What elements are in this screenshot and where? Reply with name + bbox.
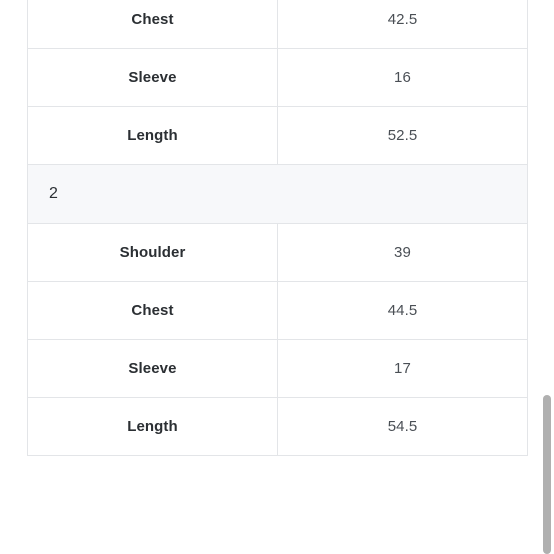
- measurement-value: 52.5: [387, 126, 418, 144]
- measurement-label: Chest: [131, 10, 174, 28]
- table-row: Length 54.5: [27, 397, 528, 456]
- measurement-label-cell: Sleeve: [27, 339, 278, 398]
- measurement-label-cell: Shoulder: [27, 223, 278, 282]
- table-row: Chest 42.5: [27, 0, 528, 49]
- measurement-label-cell: Length: [27, 106, 278, 165]
- measurement-label: Shoulder: [119, 243, 186, 261]
- measurement-label: Sleeve: [128, 359, 177, 377]
- size-chart-table-body: Chest 42.5 Sleeve 16 Length 52.5 2 Shoul…: [27, 0, 528, 456]
- size-chart-table: Chest 42.5 Sleeve 16 Length 52.5 2 Shoul…: [27, 0, 528, 456]
- measurement-value: 54.5: [387, 417, 418, 435]
- measurement-value-cell: 44.5: [277, 281, 528, 340]
- table-row: Sleeve 16: [27, 48, 528, 107]
- table-row: Sleeve 17: [27, 339, 528, 398]
- table-row: Chest 44.5: [27, 281, 528, 340]
- measurement-value: 39: [394, 243, 411, 261]
- vertical-scrollbar-thumb[interactable]: [543, 395, 551, 554]
- measurement-value: 44.5: [387, 301, 418, 319]
- measurement-label: Length: [127, 126, 178, 144]
- measurement-value-cell: 42.5: [277, 0, 528, 49]
- table-group-row: 2: [27, 164, 528, 224]
- measurement-value-cell: 39: [277, 223, 528, 282]
- measurement-label-cell: Length: [27, 397, 278, 456]
- measurement-value-cell: 16: [277, 48, 528, 107]
- measurement-value-cell: 52.5: [277, 106, 528, 165]
- page-root: Chest 42.5 Sleeve 16 Length 52.5 2 Shoul…: [0, 0, 554, 554]
- measurement-value-cell: 17: [277, 339, 528, 398]
- measurement-value-cell: 54.5: [277, 397, 528, 456]
- vertical-scrollbar-track[interactable]: [539, 0, 554, 554]
- measurement-label-cell: Sleeve: [27, 48, 278, 107]
- measurement-label-cell: Chest: [27, 0, 278, 49]
- measurement-value: 16: [394, 68, 411, 86]
- group-label: 2: [49, 185, 58, 202]
- table-row: Shoulder 39: [27, 223, 528, 282]
- measurement-value: 42.5: [387, 10, 418, 28]
- table-row: Length 52.5: [27, 106, 528, 165]
- measurement-label-cell: Chest: [27, 281, 278, 340]
- measurement-label: Chest: [131, 301, 174, 319]
- group-header-cell: 2: [27, 164, 528, 224]
- measurement-label: Length: [127, 417, 178, 435]
- measurement-value: 17: [394, 359, 411, 377]
- measurement-label: Sleeve: [128, 68, 177, 86]
